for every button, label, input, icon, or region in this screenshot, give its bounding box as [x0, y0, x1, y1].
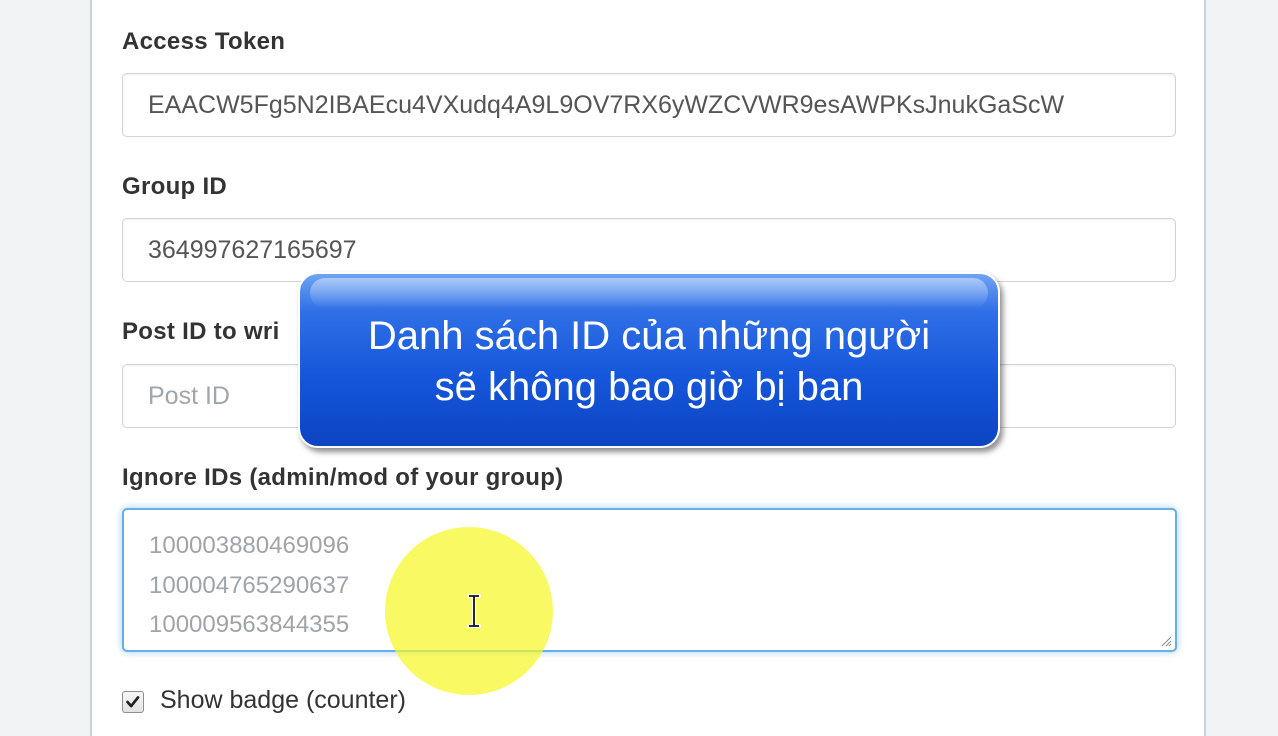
- caption-banner: Danh sách ID của những người sẽ không ba…: [298, 272, 1000, 448]
- access-token-input[interactable]: EAACW5Fg5N2IBAEcu4VXudq4A9L9OV7RX6yWZCVW…: [122, 73, 1176, 137]
- group-id-label: Group ID: [122, 173, 228, 200]
- post-id-label: Post ID to wri: [122, 318, 280, 345]
- banner-gloss: [310, 278, 988, 308]
- caption-line-2: sẽ không bao giờ bị ban: [434, 365, 864, 409]
- resize-grip-icon[interactable]: [1160, 635, 1172, 647]
- ignore-id-line: 100003880469096: [149, 532, 350, 559]
- ignore-id-line: 100004765290637: [149, 571, 350, 599]
- show-badge-checkbox[interactable]: [122, 691, 144, 713]
- show-badge-label: Show badge (counter): [160, 686, 406, 714]
- ignore-id-line: 100009563844355: [149, 611, 350, 638]
- access-token-label: Access Token: [122, 28, 286, 55]
- text-cursor-icon: [467, 594, 481, 628]
- caption-line-1: Danh sách ID của những người: [367, 314, 931, 358]
- ignore-ids-label: Ignore IDs (admin/mod of your group): [122, 464, 564, 491]
- ignore-ids-textarea[interactable]: 100003880469096 100004765290637 10000956…: [122, 508, 1177, 652]
- checkmark-icon: [126, 696, 140, 708]
